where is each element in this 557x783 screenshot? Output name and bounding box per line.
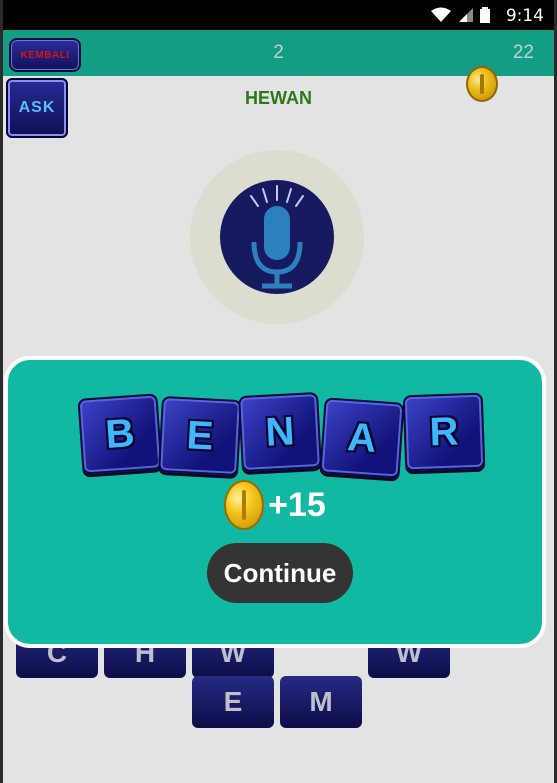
coin-icon xyxy=(224,480,265,530)
result-letter: B xyxy=(77,393,163,475)
wifi-icon xyxy=(431,7,451,22)
status-bar: 9:14 xyxy=(3,0,554,30)
battery-icon xyxy=(480,7,490,23)
result-letter: A xyxy=(319,397,405,479)
continue-button[interactable]: Continue xyxy=(207,543,353,603)
result-word: B E N A R xyxy=(77,390,488,479)
result-letter: N xyxy=(238,391,322,473)
reward-amount: +15 xyxy=(268,485,326,524)
result-letter: R xyxy=(402,392,486,472)
result-dialog: B E N A R +15 Continue xyxy=(4,356,546,648)
status-time: 9:14 xyxy=(505,6,544,26)
signal-icon xyxy=(459,8,473,22)
reward-row: +15 xyxy=(8,480,542,530)
status-icons xyxy=(430,7,490,23)
result-letter: E xyxy=(158,395,242,477)
